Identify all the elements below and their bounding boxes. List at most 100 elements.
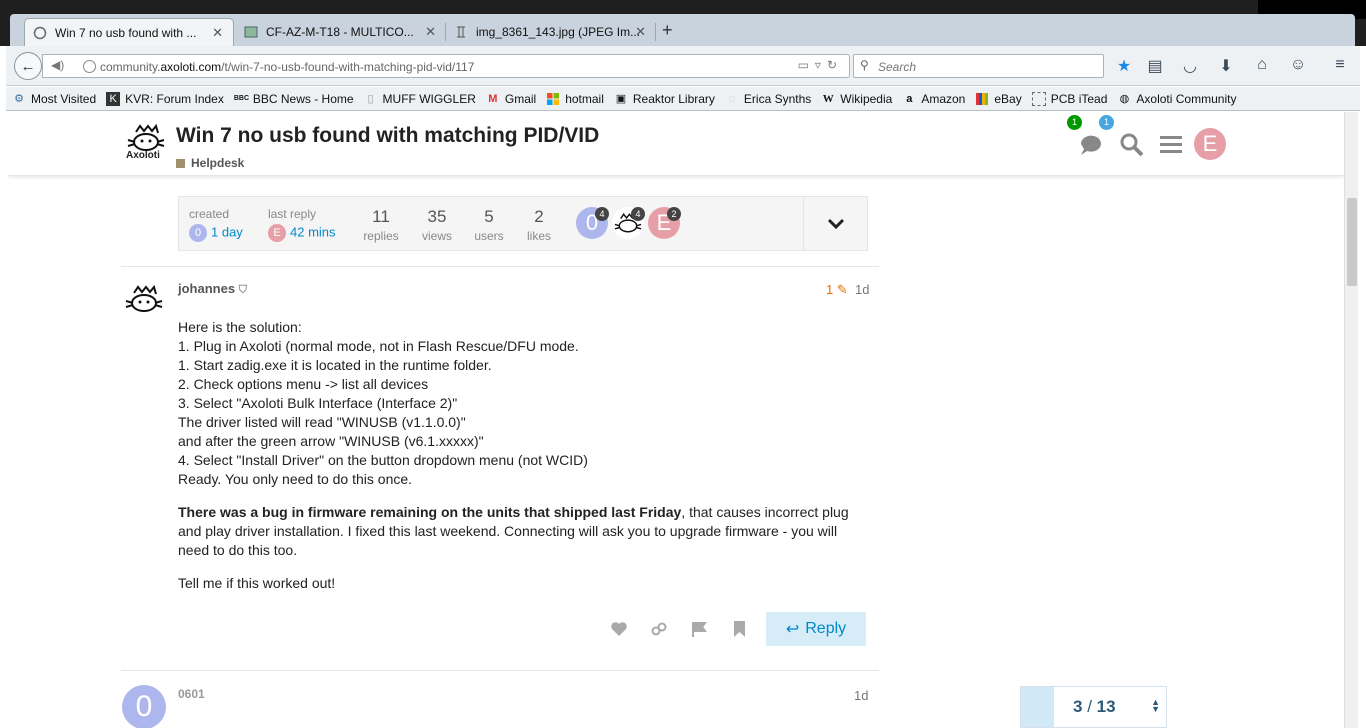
page-icon: ▯ (367, 92, 374, 105)
url-text: community.axoloti.com/t/win-7-no-usb-fou… (100, 60, 475, 74)
speaker-icon[interactable]: ◀) (51, 58, 64, 72)
post-author-avatar[interactable] (122, 280, 166, 318)
post-meta[interactable]: 1 ✎ 1d (826, 282, 869, 298)
post-actions: ↩ Reply (606, 612, 868, 646)
post-body: Here is the solution: 1. Plug in Axoloti… (178, 318, 868, 607)
created-value[interactable]: 01 day (189, 224, 243, 242)
reader-dropdown-reload-icons[interactable]: ▭▿↻ (798, 58, 843, 72)
bookmark-bbc[interactable]: BBC BBC News - Home (234, 92, 354, 106)
web-page: Axoloti Win 7 no usb found with matching… (8, 112, 1344, 728)
last-reply-stat: last reply E 42 mins (268, 207, 336, 242)
shield-icon: ⛉ (238, 284, 247, 296)
bookmark-reaktor[interactable]: ▣ Reaktor Library (614, 92, 715, 106)
bookmark-erica[interactable]: ◌ Erica Synths (725, 92, 812, 106)
home-icon[interactable]: ⌂ (1252, 56, 1272, 74)
download-icon[interactable]: ⬇ (1216, 56, 1236, 76)
close-tab-icon[interactable]: ✕ (635, 24, 646, 40)
created-label: created (189, 207, 230, 221)
participant-post-count: 4 (631, 207, 645, 221)
page-tab-icon (244, 25, 258, 39)
tab-title: CF-AZ-M-T18 - MULTICO... (266, 25, 414, 39)
edit-count[interactable]: 1 ✎ (826, 282, 848, 297)
expand-topic-map-button[interactable] (803, 197, 868, 250)
topic-progress[interactable]: 3 / 13 ▲ ▼ (1020, 686, 1167, 728)
flag-icon[interactable] (690, 620, 710, 638)
last-reply-value[interactable]: E 42 mins (268, 224, 336, 242)
user-avatar[interactable]: E (1194, 128, 1226, 160)
gmail-icon: M (488, 92, 498, 105)
search-placeholder: Search (878, 60, 917, 74)
logo-text: Axoloti (126, 150, 160, 161)
likes-stat: 2 likes (526, 207, 551, 243)
site-header: Axoloti Win 7 no usb found with matching… (8, 112, 1344, 176)
close-tab-icon[interactable]: ✕ (212, 25, 223, 41)
bookmark-icon[interactable] (730, 620, 750, 638)
next-post-username[interactable]: 0601 (178, 687, 205, 701)
star-icon[interactable]: ★ (1114, 56, 1134, 76)
url-bar[interactable]: ◀) community.axoloti.com/t/win-7-no-usb-… (42, 54, 850, 78)
last-reply-label: last reply (268, 207, 317, 221)
category-badge[interactable]: Helpdesk (176, 156, 244, 170)
bookmark-wikipedia[interactable]: W Wikipedia (821, 92, 893, 106)
views-stat: 35 views (421, 207, 452, 243)
scrollbar-thumb[interactable] (1347, 198, 1357, 286)
bookmark-gmail[interactable]: M Gmail (486, 92, 536, 106)
like-icon[interactable] (609, 620, 629, 638)
users-stat: 5 users (474, 207, 504, 243)
bookmarks-toolbar: ⚙ Most Visited K KVR: Forum Index BBC BBC N… (6, 87, 1360, 111)
bookmark-muff[interactable]: ▯ MUFF WIGGLER (364, 92, 476, 106)
bookmark-axoloti[interactable]: ◍ Axoloti Community (1117, 92, 1237, 106)
bookmark-kvr[interactable]: K KVR: Forum Index (106, 91, 224, 106)
bookmark-hotmail[interactable]: hotmail (546, 92, 604, 106)
search-input[interactable]: ⚲ Search (853, 54, 1104, 78)
post-age: 1d (855, 282, 870, 297)
erica-icon: ◌ (728, 92, 736, 105)
created-stat: created 01 day (189, 207, 243, 242)
chevron-down-icon (827, 218, 845, 229)
back-button[interactable]: ← (14, 52, 42, 80)
search-icon[interactable] (1119, 132, 1145, 158)
new-tab-button[interactable]: + (662, 20, 673, 41)
tab-title: img_8361_143.jpg (JPEG Im... (476, 25, 641, 39)
post-divider (121, 670, 879, 671)
discourse-tab-icon (33, 26, 47, 40)
notifications-button[interactable] (1078, 132, 1104, 158)
bookmark-most-visited[interactable]: ⚙ Most Visited (12, 92, 96, 106)
bookmark-amazon[interactable]: a Amazon (902, 92, 965, 106)
chat-icon[interactable]: ☺ (1288, 56, 1308, 74)
progress-fill (1021, 687, 1054, 727)
scrollbar[interactable] (1344, 112, 1358, 728)
tab-multicomp[interactable]: CF-AZ-M-T18 - MULTICO... ✕ (236, 18, 446, 46)
last-reply-avatar: E (268, 224, 286, 242)
bookmark-pcb[interactable]: PCB iTead (1031, 91, 1107, 106)
ebay-icon (975, 92, 989, 106)
search-icon: ⚲ (860, 58, 869, 72)
tab-active[interactable]: Win 7 no usb found with ... ✕ (24, 18, 234, 46)
category-swatch (176, 158, 185, 168)
next-post-avatar[interactable]: 0 (122, 685, 166, 728)
post-paragraph-3: Tell me if this worked out! (178, 575, 336, 591)
dashed-page-icon (1031, 91, 1046, 106)
image-tab-icon (454, 25, 468, 39)
hamburger-menu-icon[interactable] (1158, 132, 1184, 158)
bbc-icon: BBC (233, 94, 250, 102)
notification-badge-blue: 1 (1099, 115, 1114, 130)
link-icon[interactable] (649, 620, 669, 638)
pocket-icon[interactable]: ◡ (1180, 56, 1200, 76)
participant-post-count: 4 (595, 207, 609, 221)
close-tab-icon[interactable]: ✕ (425, 24, 436, 40)
navigation-toolbar: ◀) community.axoloti.com/t/win-7-no-usb-… (6, 46, 1360, 86)
bookmark-ebay[interactable]: eBay (975, 92, 1022, 106)
reply-button[interactable]: ↩ Reply (766, 612, 866, 646)
menu-icon[interactable]: ≡ (1330, 56, 1350, 74)
topic-title[interactable]: Win 7 no usb found with matching PID/VID (176, 124, 599, 148)
reading-list-icon[interactable]: ▤ (1145, 56, 1165, 76)
tab-title: Win 7 no usb found with ... (55, 25, 197, 40)
post-username[interactable]: johannes ⛉ (178, 281, 247, 297)
created-avatar: 0 (189, 224, 207, 242)
next-post-age[interactable]: 1d (854, 688, 868, 703)
notification-badge-green: 1 (1067, 115, 1082, 130)
post-divider (121, 266, 879, 267)
tab-image[interactable]: img_8361_143.jpg (JPEG Im... ✕ (446, 18, 656, 46)
axoloti-icon: ◍ (1119, 92, 1130, 105)
